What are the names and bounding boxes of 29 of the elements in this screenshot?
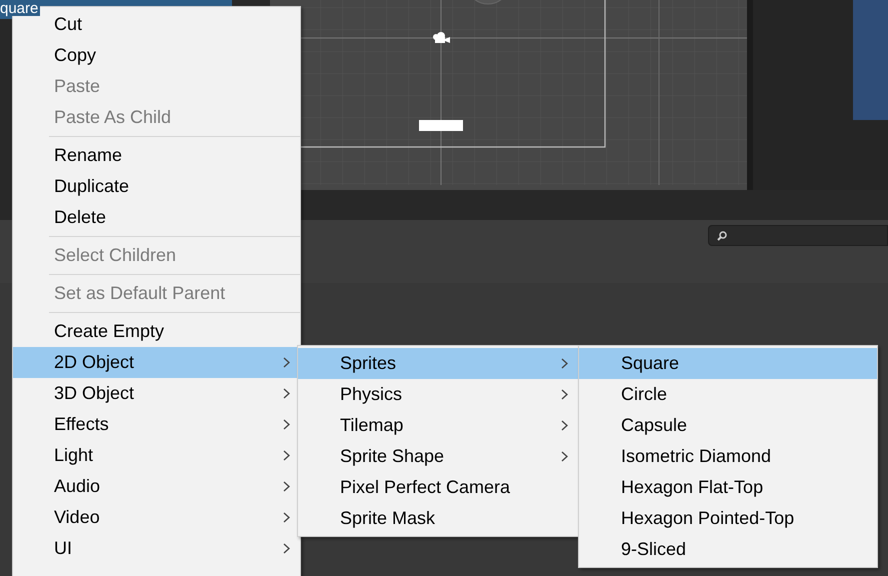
menu-item[interactable]: Rename [13, 140, 300, 171]
menu-item[interactable]: Light [13, 440, 300, 471]
menu-item[interactable]: Physics [298, 379, 578, 410]
menu-item[interactable]: Sprites [298, 348, 578, 379]
camera-icon [432, 32, 450, 44]
menu-item[interactable]: Effects [13, 409, 300, 440]
sprite-rectangle [419, 120, 463, 131]
menu-item[interactable]: Hexagon Flat-Top [579, 472, 877, 503]
menu-item[interactable]: Audio [13, 471, 300, 502]
menu-item[interactable]: Duplicate [13, 171, 300, 202]
menu-item[interactable]: UI [13, 533, 300, 564]
menu-item[interactable]: Circle [579, 379, 877, 410]
menu-item[interactable]: Tilemap [298, 410, 578, 441]
menu-item[interactable]: Video [13, 502, 300, 533]
menu-item[interactable]: Copy [13, 40, 300, 71]
menu-item[interactable]: 3D Object [13, 378, 300, 409]
menu-item[interactable]: 9-Sliced [579, 534, 877, 565]
menu-item[interactable]: Sprite Shape [298, 441, 578, 472]
menu-item[interactable]: Hexagon Pointed-Top [579, 503, 877, 534]
search-field[interactable] [708, 225, 888, 246]
search-icon [717, 230, 727, 240]
menu-item[interactable]: Sprite Mask [298, 503, 578, 534]
menu-item[interactable]: Square [579, 348, 877, 379]
menu-item[interactable]: 2D Object [13, 347, 300, 378]
menu-item[interactable]: Isometric Diamond [579, 441, 877, 472]
menu-item[interactable]: Capsule [579, 410, 877, 441]
menu-item[interactable]: Create Empty [13, 316, 300, 347]
menu-item[interactable]: Delete [13, 202, 300, 233]
menu-item[interactable]: Pixel Perfect Camera [298, 472, 578, 503]
